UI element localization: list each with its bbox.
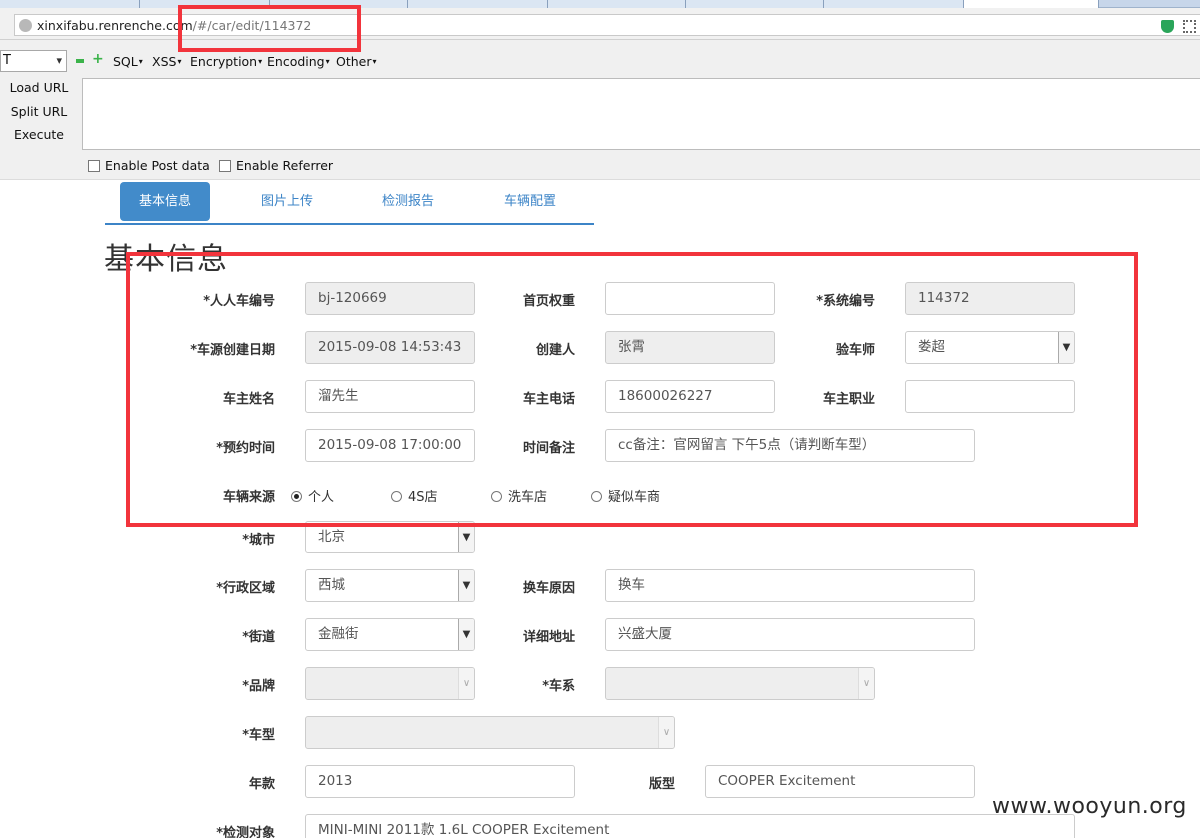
brand-label: *品牌	[242, 679, 275, 694]
inspect-target-label: *检测对象	[216, 826, 275, 838]
load-url-button[interactable]: Load URL	[4, 80, 74, 95]
tab-basic-info[interactable]: 基本信息	[120, 182, 210, 221]
tab-inspection-report[interactable]: 检测报告	[363, 182, 453, 221]
series-select[interactable]: ∨	[605, 667, 875, 700]
street-select[interactable]: 金融街 ▼	[305, 618, 475, 651]
model-select[interactable]: ∨	[305, 716, 675, 749]
annotation-box-form	[126, 252, 1138, 527]
version-field[interactable]: COOPER Excitement	[705, 765, 975, 798]
browser-tab[interactable]	[686, 0, 824, 8]
street-label: *街道	[242, 630, 275, 645]
encoding-menu[interactable]: Encoding	[267, 54, 330, 69]
watermark: www.wooyun.org	[992, 794, 1187, 819]
browser-tab[interactable]	[0, 0, 140, 8]
browser-tab[interactable]	[824, 0, 964, 8]
district-label: *行政区域	[216, 581, 275, 596]
hackbar-panel: T▾ + SQL XSS Encryption Encoding Other L…	[0, 40, 1200, 180]
chevron-down-icon: ∨	[858, 668, 874, 699]
tab-vehicle-config[interactable]: 车辆配置	[485, 182, 575, 221]
enable-post-checkbox[interactable]: Enable Post data	[88, 158, 210, 173]
version-label: 版型	[648, 777, 675, 792]
xss-menu[interactable]: XSS	[152, 54, 181, 69]
enable-referrer-checkbox[interactable]: Enable Referrer	[219, 158, 333, 173]
browser-tab-active[interactable]	[964, 0, 1099, 8]
browser-tab[interactable]	[548, 0, 686, 8]
city-label: *城市	[242, 533, 275, 548]
page-tabs: 基本信息 图片上传 检测报告 车辆配置	[105, 180, 594, 225]
district-select[interactable]: 西城 ▼	[305, 569, 475, 602]
plus-icon[interactable]: +	[92, 52, 104, 66]
other-menu[interactable]: Other	[336, 54, 377, 69]
inspect-target-field[interactable]: MINI-MINI 2011款 1.6L COOPER Excitement	[305, 814, 1075, 838]
browser-tab[interactable]	[408, 0, 548, 8]
brand-select[interactable]: ∨	[305, 667, 475, 700]
change-reason-label: 换车原因	[522, 581, 575, 596]
globe-icon	[19, 19, 32, 32]
address-field[interactable]: 兴盛大厦	[605, 618, 975, 651]
sql-menu[interactable]: SQL	[113, 54, 143, 69]
minus-icon[interactable]	[76, 59, 84, 63]
change-reason-field[interactable]: 换车	[605, 569, 975, 602]
execute-button[interactable]: Execute	[4, 127, 74, 142]
tab-image-upload[interactable]: 图片上传	[242, 182, 332, 221]
year-field[interactable]: 2013	[305, 765, 575, 798]
chevron-down-icon: ∨	[658, 717, 674, 748]
annotation-box-url	[178, 5, 361, 52]
year-label: 年款	[248, 777, 275, 792]
shield-icon[interactable]	[1161, 20, 1174, 33]
series-label: *车系	[542, 679, 575, 694]
split-url-button[interactable]: Split URL	[4, 104, 74, 119]
encryption-menu[interactable]: Encryption	[190, 54, 262, 69]
method-select[interactable]: T ▾	[0, 50, 67, 72]
address-label: 详细地址	[522, 630, 575, 645]
url-textarea[interactable]	[82, 78, 1200, 150]
model-label: *车型	[242, 728, 275, 743]
qr-code-icon[interactable]	[1183, 20, 1196, 33]
